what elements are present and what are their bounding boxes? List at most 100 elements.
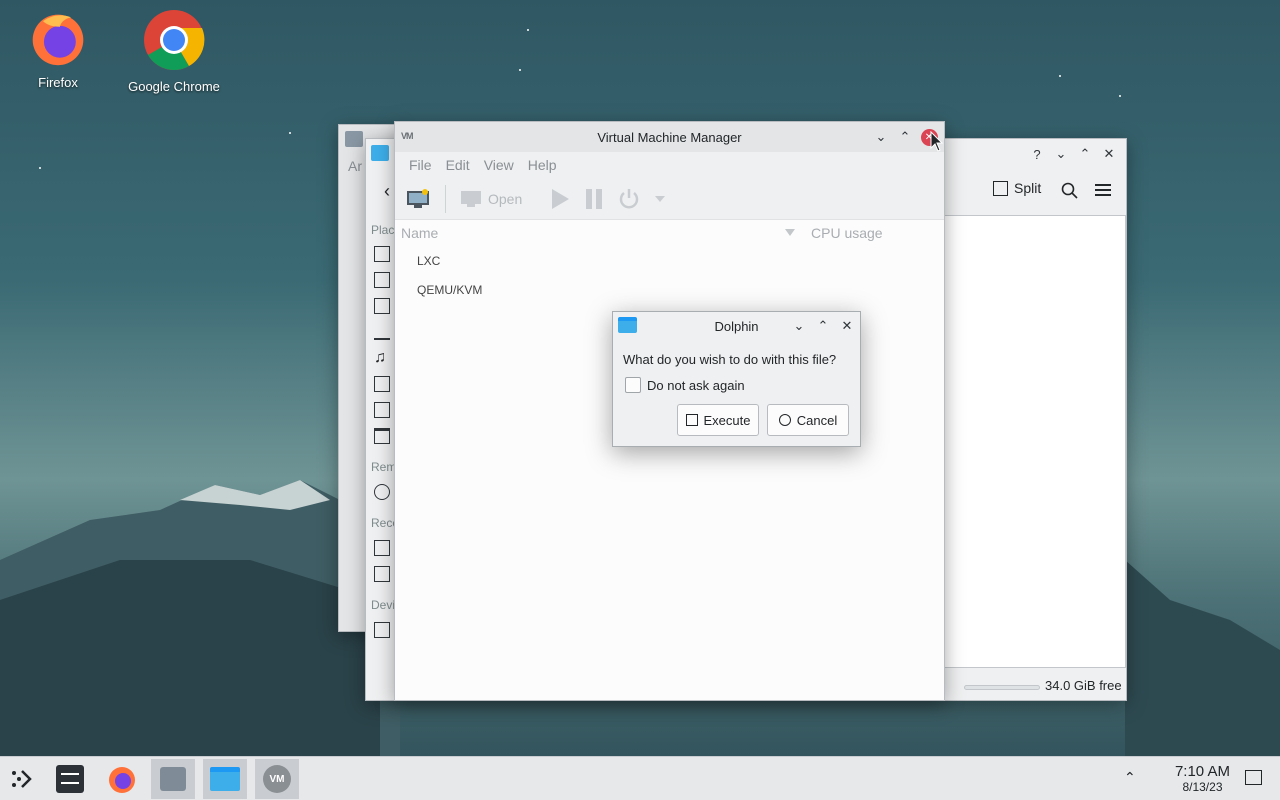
list-item[interactable]: QEMU/KVM bbox=[395, 275, 944, 304]
menu-edit[interactable]: Edit bbox=[439, 157, 477, 173]
pictures-icon[interactable] bbox=[374, 376, 390, 392]
cancel-icon bbox=[778, 414, 791, 426]
minimize-icon[interactable]: ⌄ bbox=[870, 126, 892, 148]
cancel-label: Cancel bbox=[796, 412, 838, 428]
maximize-icon[interactable]: ⌃ bbox=[894, 126, 916, 148]
task-settings[interactable] bbox=[48, 759, 92, 799]
vmm-menubar: File Edit View Help bbox=[395, 152, 944, 178]
shutdown-menu-button[interactable] bbox=[654, 195, 666, 203]
play-icon bbox=[552, 188, 570, 209]
sort-arrow-icon bbox=[785, 229, 795, 236]
cancel-button[interactable]: Cancel bbox=[767, 404, 849, 436]
list-item[interactable]: LXC bbox=[395, 246, 944, 275]
split-label: Split bbox=[1014, 180, 1042, 196]
firefox-icon bbox=[32, 14, 84, 66]
monitor-icon bbox=[461, 190, 481, 207]
shutdown-button[interactable] bbox=[618, 188, 640, 210]
sidebar-heading-places: Plac bbox=[371, 223, 395, 237]
run-button[interactable] bbox=[550, 188, 570, 210]
file-view[interactable] bbox=[944, 215, 1126, 668]
recent-files-icon[interactable] bbox=[374, 540, 390, 556]
execute-label: Execute bbox=[703, 412, 751, 428]
printer-icon bbox=[160, 767, 186, 791]
application-launcher-button[interactable] bbox=[0, 759, 44, 799]
menu-file[interactable]: File bbox=[402, 157, 439, 173]
vmm-titlebar[interactable]: VM Virtual Machine Manager ⌄ ⌃ ✕ bbox=[395, 122, 944, 152]
close-icon[interactable]: ✕ bbox=[836, 315, 858, 337]
column-cpu-usage[interactable]: CPU usage bbox=[811, 225, 883, 241]
task-dolphin[interactable] bbox=[203, 759, 247, 799]
minimize-icon[interactable]: ⌄ bbox=[1050, 143, 1072, 165]
digital-clock[interactable]: 7:10 AM 8/13/23 bbox=[1175, 763, 1230, 794]
folder-icon bbox=[210, 767, 240, 791]
pause-icon bbox=[586, 188, 603, 209]
execute-icon bbox=[685, 414, 698, 426]
network-icon[interactable] bbox=[374, 484, 390, 500]
partial-text: Ar bbox=[348, 158, 362, 174]
pause-button[interactable] bbox=[584, 188, 604, 210]
vm-list-header: Name CPU usage bbox=[395, 220, 944, 246]
folder-icon bbox=[618, 317, 637, 333]
free-space-bar bbox=[964, 685, 1040, 690]
virt-manager-icon: VM bbox=[263, 765, 291, 793]
column-name[interactable]: Name bbox=[401, 225, 438, 241]
new-vm-icon bbox=[407, 188, 429, 208]
videos-icon[interactable] bbox=[374, 402, 390, 418]
printer-icon bbox=[345, 131, 363, 147]
system-settings-icon bbox=[56, 765, 84, 793]
desktop-icon-label: Google Chrome bbox=[128, 79, 220, 94]
power-icon bbox=[620, 188, 639, 208]
folder-icon bbox=[371, 145, 389, 161]
split-button[interactable]: Split bbox=[993, 180, 1041, 196]
minimize-icon[interactable]: ⌄ bbox=[788, 315, 810, 337]
new-vm-button[interactable] bbox=[405, 188, 431, 210]
hamburger-menu-icon[interactable] bbox=[1095, 183, 1111, 197]
execute-button[interactable]: Execute bbox=[677, 404, 759, 436]
free-space-label: 34.0 GiB free bbox=[1045, 678, 1122, 693]
maximize-icon[interactable]: ⌃ bbox=[1074, 143, 1096, 165]
back-icon[interactable]: ‹ bbox=[384, 181, 390, 202]
search-icon[interactable] bbox=[1061, 182, 1078, 199]
music-icon[interactable]: ♫ bbox=[374, 350, 390, 366]
system-tray-expand-icon[interactable]: ⌃ bbox=[1124, 769, 1136, 786]
clock-time: 7:10 AM bbox=[1174, 763, 1230, 780]
dialog-question: What do you wish to do with this file? bbox=[623, 352, 837, 367]
open-button[interactable]: Open bbox=[460, 189, 522, 209]
menu-help[interactable]: Help bbox=[521, 157, 564, 173]
show-desktop-icon[interactable] bbox=[1245, 770, 1262, 785]
home-icon[interactable] bbox=[374, 246, 390, 262]
task-virt-manager[interactable]: VM bbox=[255, 759, 299, 799]
desktop-icon-chrome[interactable]: Google Chrome bbox=[119, 8, 229, 94]
taskbar: VM ⌃ 7:10 AM 8/13/23 bbox=[0, 756, 1280, 800]
dialog-titlebar[interactable]: Dolphin ⌄ ⌃ ✕ bbox=[613, 312, 860, 340]
vmm-app-icon: VM bbox=[401, 131, 413, 141]
do-not-ask-checkbox[interactable] bbox=[625, 377, 641, 393]
split-icon bbox=[993, 180, 1008, 196]
trash-icon[interactable] bbox=[374, 428, 390, 444]
sidebar-heading-devices: Devi bbox=[371, 598, 396, 612]
vmm-toolbar: Open bbox=[395, 178, 944, 220]
recent-locations-icon[interactable] bbox=[374, 566, 390, 582]
checkbox-label: Do not ask again bbox=[647, 378, 745, 393]
vm-list: LXC QEMU/KVM bbox=[395, 246, 944, 304]
sidebar-heading-remote: Rem bbox=[371, 460, 397, 474]
vmm-title: Virtual Machine Manager bbox=[597, 129, 742, 145]
maximize-icon[interactable]: ⌃ bbox=[812, 315, 834, 337]
chrome-icon bbox=[144, 10, 205, 71]
desktop-icon-label: Firefox bbox=[38, 75, 78, 90]
firefox-icon bbox=[109, 767, 135, 793]
help-icon[interactable]: ? bbox=[1026, 143, 1048, 165]
drive-icon[interactable] bbox=[374, 622, 390, 638]
task-printer[interactable] bbox=[151, 759, 195, 799]
task-firefox[interactable] bbox=[100, 759, 144, 799]
documents-icon[interactable] bbox=[374, 298, 390, 314]
menu-view[interactable]: View bbox=[477, 157, 521, 173]
clock-date: 8/13/23 bbox=[1182, 780, 1223, 794]
downloads-icon[interactable] bbox=[374, 324, 390, 340]
desktop-icon-firefox[interactable]: Firefox bbox=[3, 8, 113, 90]
confirm-dialog[interactable]: Dolphin ⌄ ⌃ ✕ What do you wish to do wit… bbox=[612, 311, 861, 447]
places-sidebar: Plac ♫ Rem Rece Devi bbox=[366, 213, 399, 700]
close-icon[interactable]: ✕ bbox=[1098, 143, 1120, 165]
dropdown-arrow-icon bbox=[655, 195, 666, 202]
desktop-icon[interactable] bbox=[374, 272, 390, 288]
